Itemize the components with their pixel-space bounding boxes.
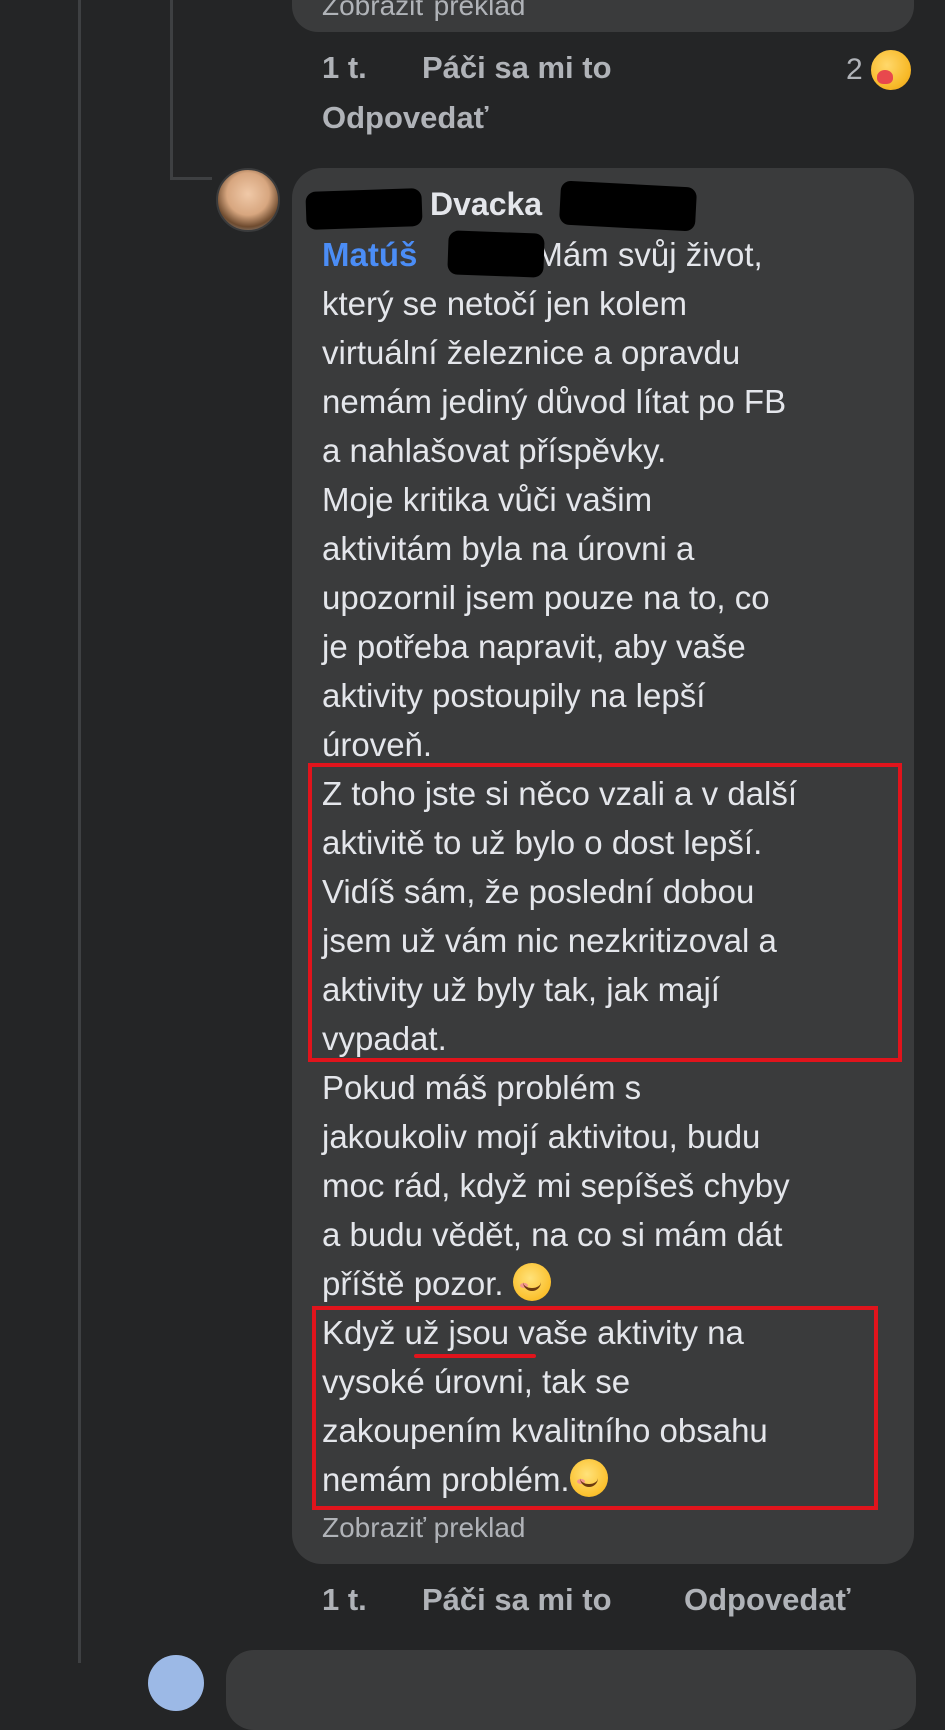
annotation-underline bbox=[414, 1354, 536, 1358]
comment-time[interactable]: 1 t. bbox=[322, 1582, 367, 1618]
translate-link[interactable]: Zobraziť preklad bbox=[322, 1512, 525, 1544]
previous-like-button[interactable]: Páči sa mi to bbox=[422, 50, 612, 86]
previous-translate-link[interactable]: Zobraziť preklad bbox=[322, 0, 525, 22]
smiling-face-icon bbox=[512, 1263, 551, 1301]
redaction-mark bbox=[558, 180, 698, 232]
like-button[interactable]: Páči sa mi to bbox=[422, 1582, 612, 1618]
thread-line bbox=[78, 0, 81, 1663]
reply-connector-line bbox=[170, 0, 173, 180]
avatar[interactable] bbox=[216, 168, 280, 232]
care-reaction-icon bbox=[868, 48, 913, 92]
previous-reaction-count[interactable]: 2 bbox=[846, 48, 913, 92]
reply-connector-line-horizontal bbox=[170, 177, 212, 180]
redaction-mark bbox=[447, 230, 545, 278]
next-comment-bubble bbox=[226, 1650, 916, 1730]
next-comment-avatar[interactable] bbox=[148, 1655, 204, 1711]
mention-link[interactable]: Matúš bbox=[322, 236, 417, 273]
reaction-count-label: 2 bbox=[846, 53, 863, 86]
previous-reply-button[interactable]: Odpovedať bbox=[322, 100, 488, 136]
previous-comment-time[interactable]: 1 t. bbox=[322, 50, 367, 86]
comment-author[interactable]: Dvacka bbox=[430, 186, 542, 223]
reply-button[interactable]: Odpovedať bbox=[684, 1582, 850, 1618]
redaction-mark bbox=[305, 187, 423, 231]
annotation-box bbox=[308, 763, 902, 1062]
annotation-box bbox=[312, 1306, 878, 1510]
